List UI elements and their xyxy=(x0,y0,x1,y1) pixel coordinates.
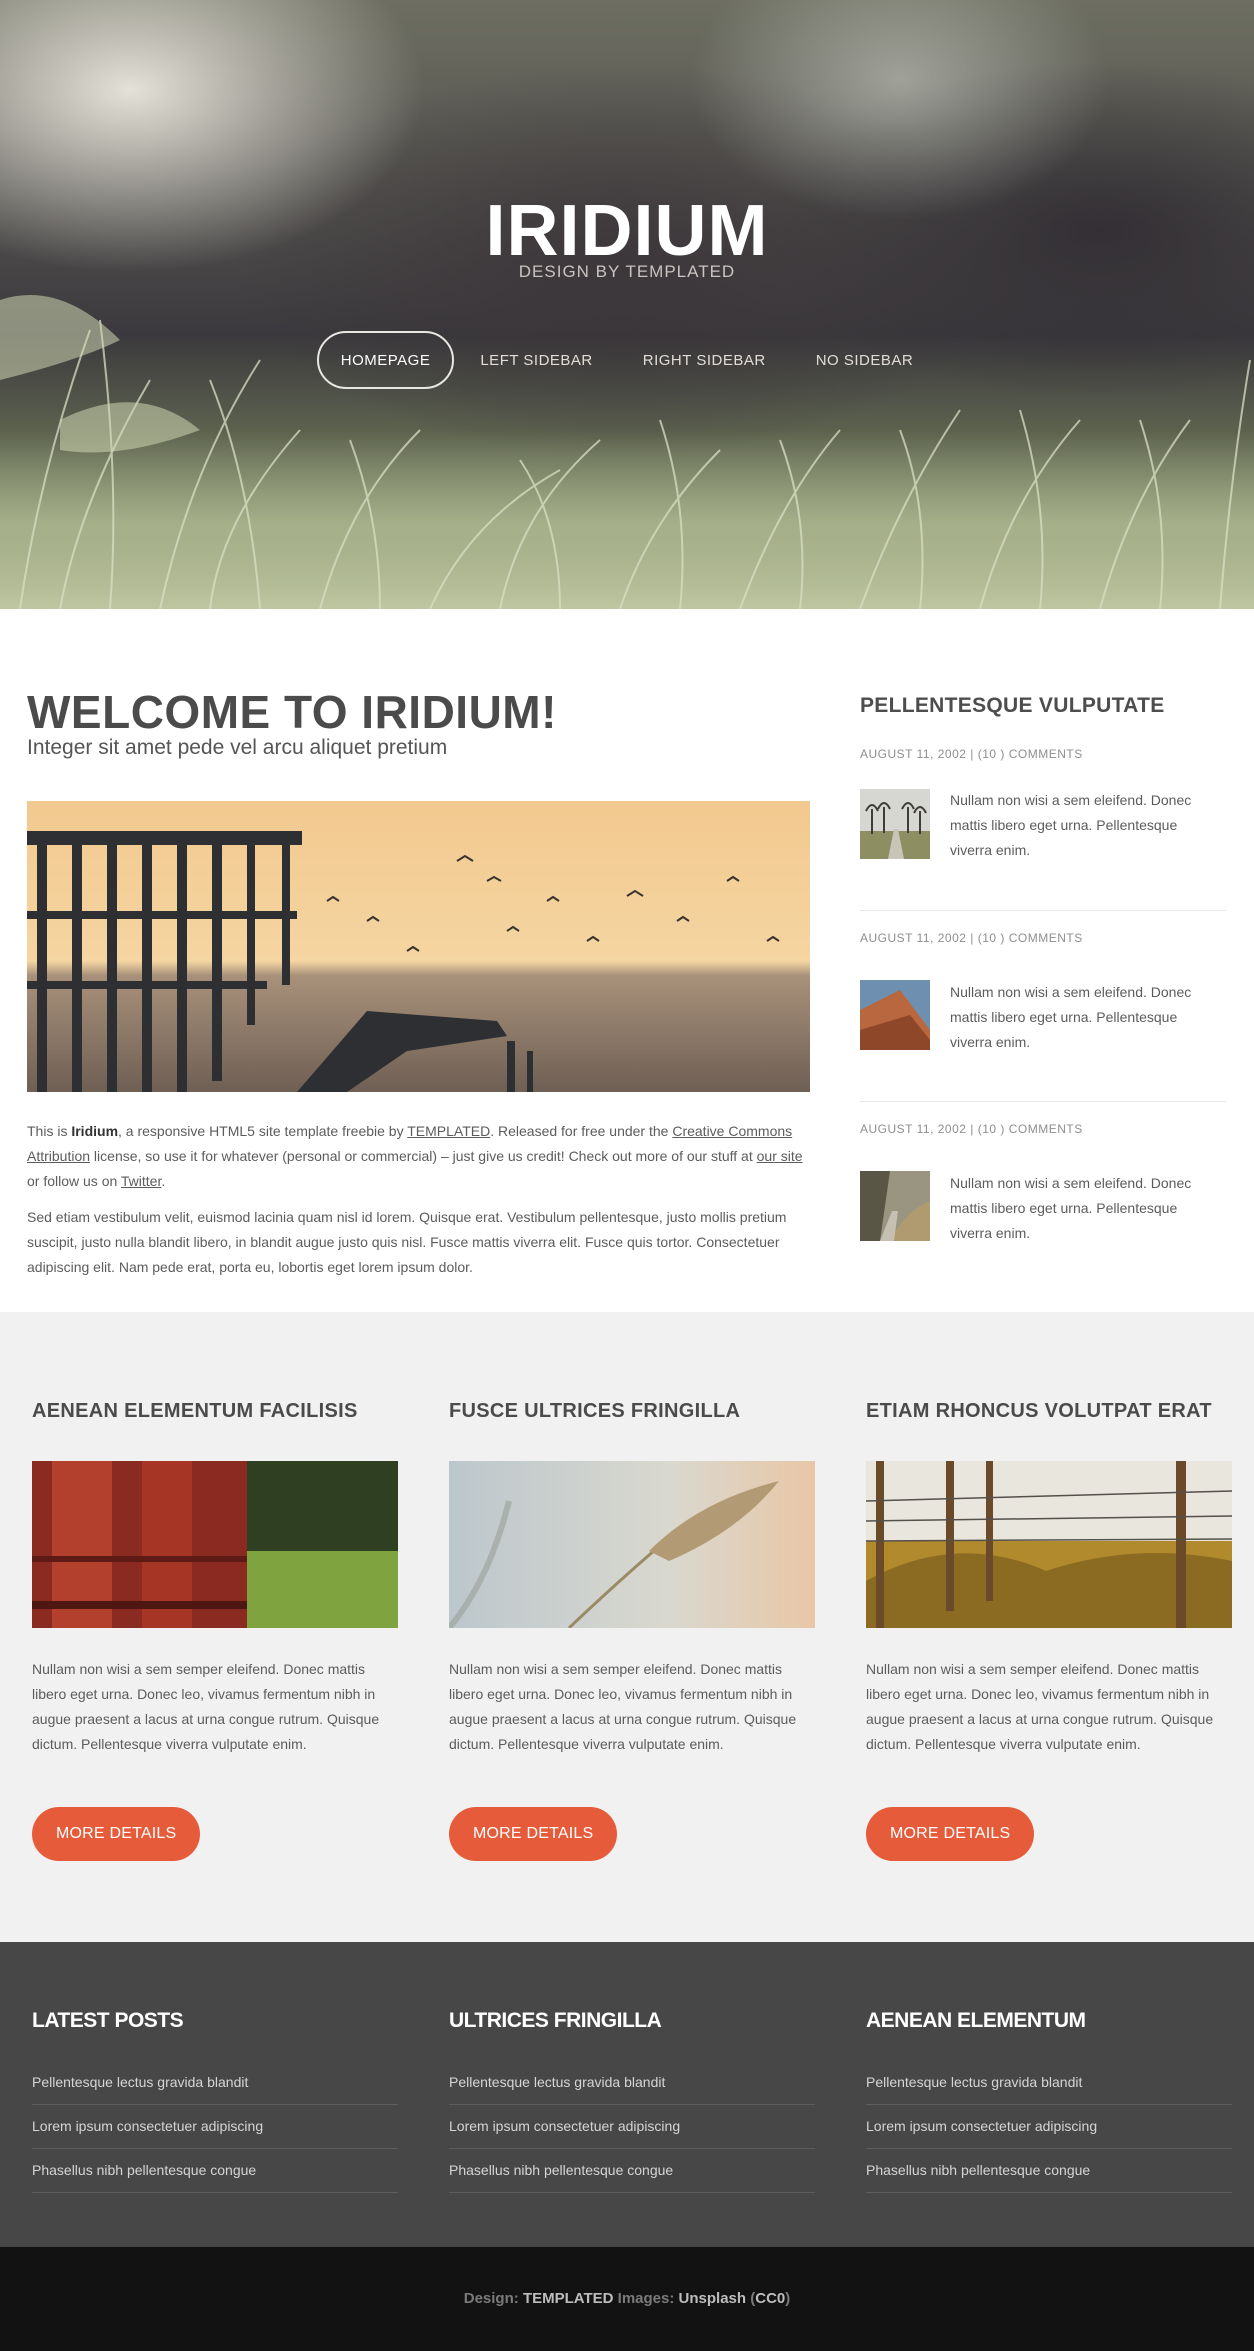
footer-link[interactable]: Lorem ipsum consectetuer adipiscing xyxy=(32,2105,398,2149)
twitter-link[interactable]: Twitter xyxy=(121,1173,161,1189)
welcome-subheading: Integer sit amet pede vel arcu aliquet p… xyxy=(27,736,448,759)
more-details-button[interactable]: MORE DETAILS xyxy=(449,1807,618,1861)
post-date: AUGUST 11, 2002 | (10 ) COMMENTS xyxy=(860,1122,1083,1136)
images-label: Images: xyxy=(617,2290,675,2307)
sidebar-post: AUGUST 11, 2002 | (10 ) COMMENTS Nullam … xyxy=(860,1102,1226,1293)
feature-column: AENEAN ELEMENTUM FACILISIS Nullam non wi… xyxy=(32,1400,398,1861)
feature-column: FUSCE ULTRICES FRINGILLA Nullam non wisi… xyxy=(449,1400,815,1861)
license-close: ) xyxy=(785,2290,791,2307)
footer-link[interactable]: Lorem ipsum consectetuer adipiscing xyxy=(866,2105,1232,2149)
nav-left-sidebar[interactable]: LEFT SIDEBAR xyxy=(456,331,616,389)
intro-text: license, so use it for whatever (persona… xyxy=(90,1148,757,1164)
more-details-button[interactable]: MORE DETAILS xyxy=(866,1807,1035,1861)
nav-right-sidebar[interactable]: RIGHT SIDEBAR xyxy=(619,331,790,389)
post-date: AUGUST 11, 2002 | (10 ) COMMENTS xyxy=(860,931,1083,945)
post-excerpt: Nullam non wisi a sem eleifend. Donec ma… xyxy=(950,792,1192,858)
feature-column: ETIAM RHONCUS VOLUTPAT ERAT Nullam non w… xyxy=(866,1400,1232,1861)
wheat-image[interactable] xyxy=(449,1461,815,1628)
footer-link[interactable]: Pellentesque lectus gravida blandit xyxy=(866,2061,1232,2105)
footer-link-list: Pellentesque lectus gravida blandit Lore… xyxy=(449,2061,815,2193)
post-date: AUGUST 11, 2002 | (10 ) COMMENTS xyxy=(860,747,1083,761)
post-thumbnail[interactable] xyxy=(860,789,930,859)
featured-section: AENEAN ELEMENTUM FACILISIS Nullam non wi… xyxy=(0,1312,1254,1942)
footer-link[interactable]: Lorem ipsum consectetuer adipiscing xyxy=(449,2105,815,2149)
site-tagline: DESIGN BY TEMPLATED xyxy=(518,262,736,281)
templated-credit-link[interactable]: TEMPLATED xyxy=(523,2290,614,2307)
footer-column: ULTRICES FRINGILLA Pellentesque lectus g… xyxy=(449,2009,815,2193)
feature-title: ETIAM RHONCUS VOLUTPAT ERAT xyxy=(866,1400,1212,1422)
intro-text: or follow us on xyxy=(27,1173,121,1189)
footer: LATEST POSTS Pellentesque lectus gravida… xyxy=(0,1942,1254,2247)
feature-title: AENEAN ELEMENTUM FACILISIS xyxy=(32,1400,358,1422)
post-excerpt: Nullam non wisi a sem eleifend. Donec ma… xyxy=(950,1175,1192,1241)
footer-column: AENEAN ELEMENTUM Pellentesque lectus gra… xyxy=(866,2009,1232,2193)
post-thumbnail[interactable] xyxy=(860,1171,930,1241)
footer-link[interactable]: Phasellus nibh pellentesque congue xyxy=(866,2149,1232,2193)
feature-title: FUSCE ULTRICES FRINGILLA xyxy=(449,1400,741,1422)
feature-text: Nullam non wisi a sem semper eleifend. D… xyxy=(449,1661,797,1752)
templated-link[interactable]: TEMPLATED xyxy=(407,1123,490,1139)
footer-column: LATEST POSTS Pellentesque lectus gravida… xyxy=(32,2009,398,2193)
copyright-bar: Design: TEMPLATED Images: Unsplash (CC0) xyxy=(0,2247,1254,2351)
footer-link-list: Pellentesque lectus gravida blandit Lore… xyxy=(866,2061,1232,2193)
footer-link[interactable]: Pellentesque lectus gravida blandit xyxy=(449,2061,815,2105)
footer-link-list: Pellentesque lectus gravida blandit Lore… xyxy=(32,2061,398,2193)
grass-background-image xyxy=(0,295,1254,609)
nav-no-sidebar[interactable]: NO SIDEBAR xyxy=(792,331,938,389)
main-content: WELCOME TO IRIDIUM! Integer sit amet ped… xyxy=(27,684,810,1280)
cc0-license-link[interactable]: CC0 xyxy=(755,2290,785,2307)
nav-homepage[interactable]: HOMEPAGE xyxy=(316,331,455,389)
more-details-button[interactable]: MORE DETAILS xyxy=(32,1807,201,1861)
sidebar-post: AUGUST 11, 2002 | (10 ) COMMENTS Nullam … xyxy=(860,747,1226,911)
sidebar-title: PELLENTESQUE VULPUTATE xyxy=(860,694,1165,717)
post-thumbnail[interactable] xyxy=(860,980,930,1050)
our-site-link[interactable]: our site xyxy=(757,1148,803,1164)
main-nav: HOMEPAGE LEFT SIDEBAR RIGHT SIDEBAR NO S… xyxy=(0,331,1254,389)
pier-birds-image xyxy=(27,801,810,1092)
sidebar-post: AUGUST 11, 2002 | (10 ) COMMENTS Nullam … xyxy=(860,911,1226,1102)
intro-paragraph: This is Iridium, a responsive HTML5 site… xyxy=(27,1119,810,1194)
header-hero: IRIDIUM DESIGN BY TEMPLATED HOMEPAGE LEF… xyxy=(0,0,1254,609)
footer-title: LATEST POSTS xyxy=(32,2009,184,2032)
feature-text: Nullam non wisi a sem semper eleifend. D… xyxy=(866,1661,1214,1752)
intro-text: . xyxy=(161,1173,166,1189)
footer-title: AENEAN ELEMENTUM xyxy=(866,2009,1086,2032)
welcome-heading: WELCOME TO IRIDIUM! xyxy=(27,686,557,738)
rusty-barrel-image[interactable] xyxy=(32,1461,398,1628)
site-logo: IRIDIUM DESIGN BY TEMPLATED xyxy=(0,188,1254,282)
main-section: WELCOME TO IRIDIUM! Integer sit amet ped… xyxy=(0,609,1254,1312)
footer-link[interactable]: Phasellus nibh pellentesque congue xyxy=(32,2149,398,2193)
intro-text: . Released for free under the xyxy=(490,1123,673,1139)
license-open: ( xyxy=(746,2290,756,2307)
body-paragraph: Sed etiam vestibulum velit, euismod laci… xyxy=(27,1209,787,1275)
unsplash-credit-link[interactable]: Unsplash xyxy=(679,2290,747,2307)
footer-title: ULTRICES FRINGILLA xyxy=(449,2009,662,2032)
footer-link[interactable]: Phasellus nibh pellentesque congue xyxy=(449,2149,815,2193)
footer-link[interactable]: Pellentesque lectus gravida blandit xyxy=(32,2061,398,2105)
post-excerpt: Nullam non wisi a sem eleifend. Donec ma… xyxy=(950,984,1192,1050)
intro-text: This is xyxy=(27,1123,72,1139)
sidebar: PELLENTESQUE VULPUTATE AUGUST 11, 2002 |… xyxy=(860,694,1226,1293)
feature-text: Nullam non wisi a sem semper eleifend. D… xyxy=(32,1661,380,1752)
intro-text: , a responsive HTML5 site template freeb… xyxy=(118,1123,408,1139)
intro-name: Iridium xyxy=(71,1123,119,1139)
design-label: Design: xyxy=(463,2290,519,2307)
fence-grass-image[interactable] xyxy=(866,1461,1232,1628)
